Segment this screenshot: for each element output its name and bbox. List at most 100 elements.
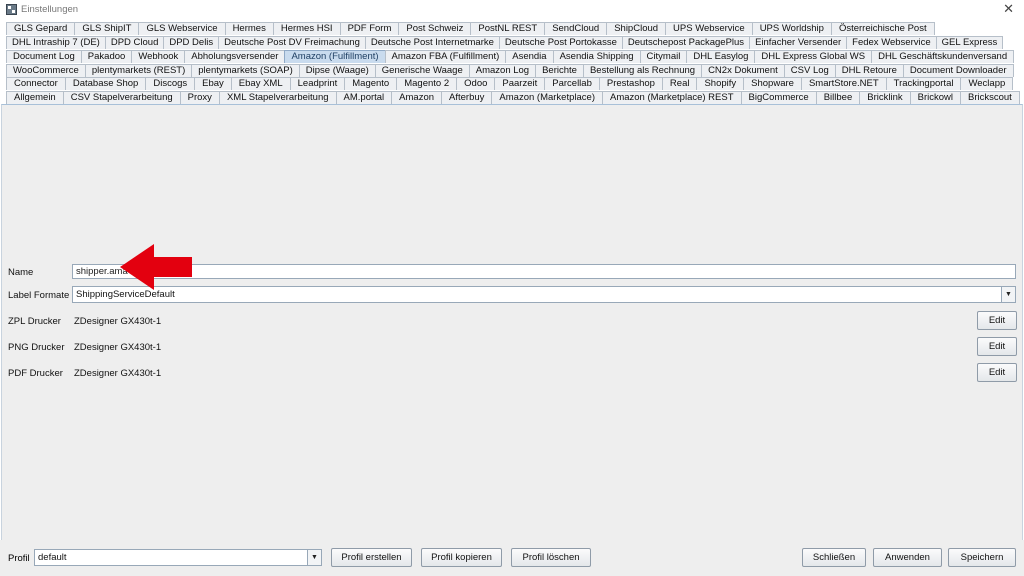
pdf-edit-button[interactable]: Edit [977, 363, 1017, 382]
profile-select[interactable]: default ▼ [34, 549, 322, 566]
tab-document-log[interactable]: Document Log [6, 50, 82, 63]
tab-allgemein[interactable]: Allgemein [6, 91, 64, 104]
tab-csv-stapelverarbeitung[interactable]: CSV Stapelverarbeitung [62, 91, 181, 104]
tab-gls-shipit[interactable]: GLS ShipIT [74, 22, 140, 35]
tab-hermes-hsi[interactable]: Hermes HSI [272, 22, 341, 35]
tab-ebay[interactable]: Ebay [194, 77, 232, 90]
close-icon[interactable]: ✕ [1003, 1, 1014, 17]
profile-label: Profil [8, 553, 30, 564]
zpl-edit-button[interactable]: Edit [977, 311, 1017, 330]
tab-connector[interactable]: Connector [6, 77, 66, 90]
pdf-printer-label: PDF Drucker [8, 368, 63, 379]
tab-magento-2[interactable]: Magento 2 [396, 77, 458, 90]
tab-bigcommerce[interactable]: BigCommerce [740, 91, 817, 104]
tab-amazon-fulfillment[interactable]: Amazon (Fulfillment) [284, 50, 386, 63]
delete-profile-button[interactable]: Profil löschen [511, 548, 591, 567]
profile-value: default [38, 552, 67, 563]
tab-pakadoo[interactable]: Pakadoo [80, 50, 133, 63]
tab-dhl-express-global-ws[interactable]: DHL Express Global WS [754, 50, 873, 63]
tab-hermes[interactable]: Hermes [224, 22, 274, 35]
tab-parcellab[interactable]: Parcellab [544, 77, 600, 90]
tab-citymail[interactable]: Citymail [639, 50, 688, 63]
tab-cn2x-dokument[interactable]: CN2x Dokument [701, 64, 785, 77]
tab-trackingportal[interactable]: Trackingportal [885, 77, 962, 90]
tab-deutschepost-packageplus[interactable]: Deutschepost PackagePlus [621, 36, 751, 49]
tab-shopify[interactable]: Shopify [696, 77, 745, 90]
tab-ebay-xml[interactable]: Ebay XML [230, 77, 291, 90]
tab-bricklink[interactable]: Bricklink [859, 91, 911, 104]
tab-xml-stapelverarbeitung[interactable]: XML Stapelverarbeitung [218, 91, 337, 104]
label-format-select[interactable]: ShippingServiceDefault ▼ [72, 286, 1016, 303]
tab-row-4: WooCommerce plentymarkets (REST) plentymar… [6, 64, 1014, 77]
tab-sendcloud[interactable]: SendCloud [544, 22, 608, 35]
tab-gls-webservice[interactable]: GLS Webservice [138, 22, 226, 35]
tab-fedex-webservice[interactable]: Fedex Webservice [846, 36, 937, 49]
tab-ups-webservice[interactable]: UPS Webservice [665, 22, 753, 35]
tab-gel-express[interactable]: GEL Express [935, 36, 1004, 49]
name-input[interactable]: shipper.ama [72, 264, 1016, 279]
tab-plentymarkets-rest[interactable]: plentymarkets (REST) [84, 64, 193, 77]
tab-asendia[interactable]: Asendia [505, 50, 554, 63]
tab-leadprint[interactable]: Leadprint [289, 77, 346, 90]
tab-csv-log[interactable]: CSV Log [783, 64, 836, 77]
tab-postnl-rest[interactable]: PostNL REST [470, 22, 546, 35]
tab-dhl-geschäftskundenversand[interactable]: DHL Geschäftskundenversand [871, 50, 1015, 63]
tab-afterbuy[interactable]: Afterbuy [441, 91, 493, 104]
tab-amazon[interactable]: Amazon [391, 91, 443, 104]
tab-post-schweiz[interactable]: Post Schweiz [398, 22, 472, 35]
tab-amazon-marketplace[interactable]: Amazon (Marketplace) [491, 91, 603, 104]
save-button[interactable]: Speichern [948, 548, 1016, 567]
tab-magento[interactable]: Magento [344, 77, 398, 90]
tab-generische-waage[interactable]: Generische Waage [374, 64, 470, 77]
tab-amazon-marketplace-rest[interactable]: Amazon (Marketplace) REST [601, 91, 742, 104]
tab-document-downloader[interactable]: Document Downloader [902, 64, 1014, 77]
tab-berichte[interactable]: Berichte [535, 64, 584, 77]
tab-dpd-delis[interactable]: DPD Delis [163, 36, 220, 49]
copy-profile-button[interactable]: Profil kopieren [421, 548, 502, 567]
tab-weclapp[interactable]: Weclapp [960, 77, 1014, 90]
tab-amazon-log[interactable]: Amazon Log [468, 64, 537, 77]
tab-dhl-intraship-7-de[interactable]: DHL Intraship 7 (DE) [6, 36, 106, 49]
tab-real[interactable]: Real [661, 77, 698, 90]
tab-pdf-form[interactable]: PDF Form [339, 22, 400, 35]
tab-asendia-shipping[interactable]: Asendia Shipping [552, 50, 641, 63]
tab-gls-gepard[interactable]: GLS Gepard [6, 22, 76, 35]
tab-woocommerce[interactable]: WooCommerce [6, 64, 86, 77]
apply-button[interactable]: Anwenden [873, 548, 942, 567]
tab-odoo[interactable]: Odoo [456, 77, 496, 90]
tab-dhl-easylog[interactable]: DHL Easylog [686, 50, 756, 63]
chevron-down-icon[interactable]: ▼ [1001, 287, 1015, 302]
zpl-printer-value: ZDesigner GX430t-1 [74, 316, 162, 327]
tab-dpd-cloud[interactable]: DPD Cloud [104, 36, 165, 49]
close-button[interactable]: Schließen [802, 548, 866, 567]
tab-plentymarkets-soap[interactable]: plentymarkets (SOAP) [191, 64, 300, 77]
tab-brickowl[interactable]: Brickowl [909, 91, 961, 104]
tab-deutsche-post-portokasse[interactable]: Deutsche Post Portokasse [498, 36, 623, 49]
tab-paarzeit[interactable]: Paarzeit [494, 77, 546, 90]
tab-proxy[interactable]: Proxy [179, 91, 220, 104]
png-edit-button[interactable]: Edit [977, 337, 1017, 356]
tab-dhl-retoure[interactable]: DHL Retoure [834, 64, 904, 77]
tab-ups-worldship[interactable]: UPS Worldship [751, 22, 832, 35]
tab-einfacher-versender[interactable]: Einfacher Versender [749, 36, 848, 49]
tab-amazon-fba-fulfillment[interactable]: Amazon FBA (Fulfillment) [384, 50, 507, 63]
tab-database-shop[interactable]: Database Shop [64, 77, 147, 90]
chevron-down-icon[interactable]: ▼ [307, 550, 321, 565]
tab-österreichische-post[interactable]: Österreichische Post [830, 22, 935, 35]
tab-smartstore-net[interactable]: SmartStore.NET [800, 77, 887, 90]
create-profile-button[interactable]: Profil erstellen [331, 548, 412, 567]
tab-billbee[interactable]: Billbee [815, 91, 861, 104]
tab-prestashop[interactable]: Prestashop [598, 77, 663, 90]
tab-discogs[interactable]: Discogs [145, 77, 196, 90]
tab-shipcloud[interactable]: ShipCloud [606, 22, 667, 35]
tab-deutsche-post-dv-freimachung[interactable]: Deutsche Post DV Freimachung [218, 36, 366, 49]
tab-abholungsversender[interactable]: Abholungsversender [184, 50, 286, 63]
tab-deutsche-post-internetmarke[interactable]: Deutsche Post Internetmarke [364, 36, 500, 49]
tab-bestellung-als-rechnung[interactable]: Bestellung als Rechnung [582, 64, 703, 77]
tab-dipse-waage[interactable]: Dipse (Waage) [298, 64, 376, 77]
tab-am-portal[interactable]: AM.portal [335, 91, 393, 104]
window-title: Einstellungen [21, 4, 79, 15]
tab-shopware[interactable]: Shopware [743, 77, 802, 90]
tab-brickscout[interactable]: Brickscout [960, 91, 1020, 104]
tab-webhook[interactable]: Webhook [131, 50, 186, 63]
